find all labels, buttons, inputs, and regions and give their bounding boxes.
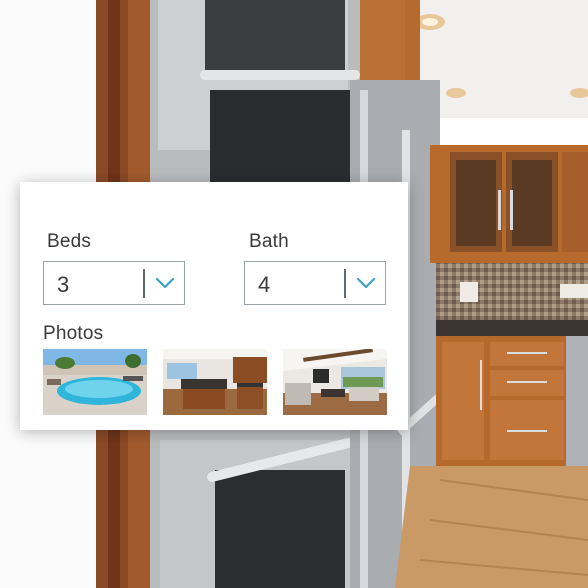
beds-value: 3 [57, 272, 70, 297]
photo-thumbnail-pool[interactable] [43, 349, 147, 415]
photo-thumbnail-kitchen[interactable] [163, 349, 267, 415]
property-filter-card: Beds 3 Bath 4 Photos [20, 182, 408, 430]
bath-label: Bath [249, 231, 289, 252]
chevron-down-icon [356, 277, 376, 289]
photos-label: Photos [43, 323, 104, 344]
bath-select[interactable]: 4 [244, 261, 386, 305]
beds-label: Beds [47, 231, 92, 252]
photo-thumbnail-living-room[interactable] [283, 349, 387, 415]
beds-select-divider [143, 269, 145, 298]
beds-select[interactable]: 3 [43, 261, 185, 305]
bath-select-divider [344, 269, 346, 298]
bath-value: 4 [258, 272, 271, 297]
chevron-down-icon [155, 277, 175, 289]
